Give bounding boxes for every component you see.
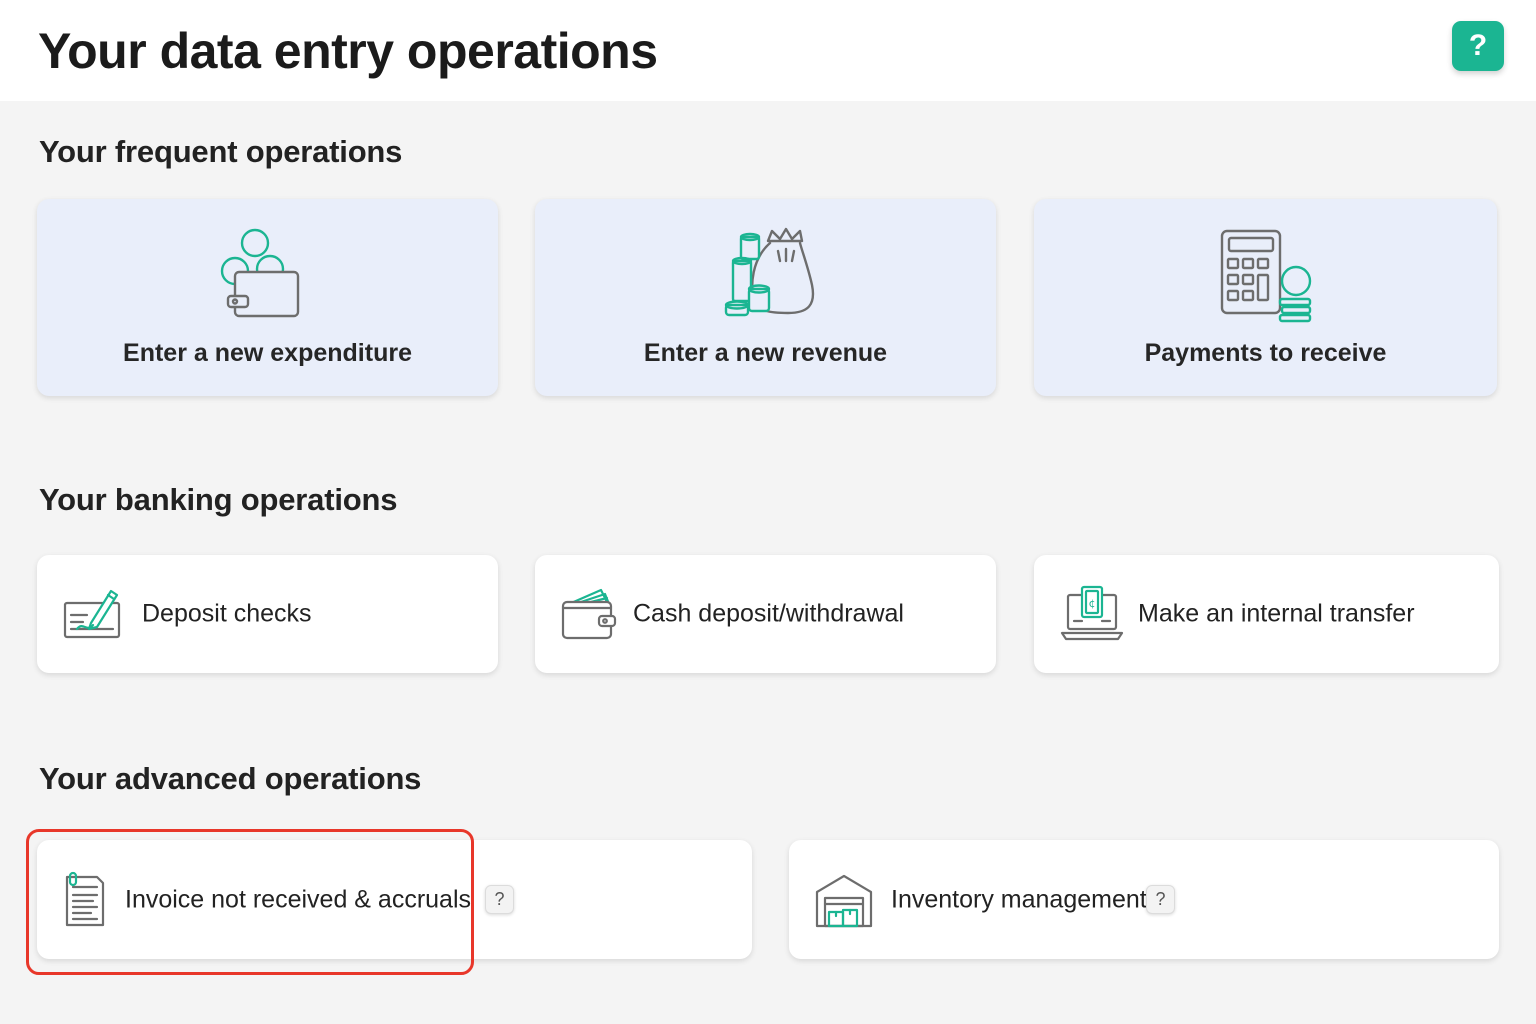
wallet-coins-icon bbox=[220, 228, 299, 318]
section-title-advanced: Your advanced operations bbox=[39, 761, 422, 796]
calculator-coins-icon bbox=[1220, 229, 1311, 323]
invoice-help-button[interactable]: ? bbox=[485, 885, 514, 914]
banking-card-label: Cash deposit/withdrawal bbox=[633, 599, 904, 628]
page-header: Your data entry operations ? bbox=[0, 0, 1536, 101]
section-title-frequent: Your frequent operations bbox=[39, 134, 403, 169]
frequent-card-label: Payments to receive bbox=[1144, 339, 1387, 367]
frequent-card-revenue[interactable]: Enter a new revenue bbox=[535, 199, 996, 396]
frequent-card-label: Enter a new expenditure bbox=[123, 339, 412, 367]
section-title-banking: Your banking operations bbox=[39, 482, 398, 517]
frequent-card-payments[interactable]: Payments to receive bbox=[1034, 199, 1497, 396]
advanced-card-label: Invoice not received & accruals bbox=[125, 885, 472, 913]
advanced-card-inventory[interactable]: Inventory management ? bbox=[789, 840, 1499, 959]
banking-card-deposit-checks[interactable]: Deposit checks bbox=[37, 555, 498, 673]
warehouse-icon bbox=[815, 874, 873, 927]
banking-card-internal-transfer[interactable]: ¢ Make an internal transfer bbox=[1034, 555, 1499, 673]
frequent-card-expenditure[interactable]: Enter a new expenditure bbox=[37, 199, 498, 396]
svg-text:¢: ¢ bbox=[1089, 597, 1096, 610]
advanced-card-label: Inventory management bbox=[891, 885, 1147, 913]
money-bag-coins-icon bbox=[724, 227, 814, 317]
laptop-transfer-icon: ¢ bbox=[1060, 585, 1124, 641]
check-pen-icon bbox=[63, 589, 121, 639]
banking-card-label: Make an internal transfer bbox=[1138, 599, 1415, 628]
advanced-card-invoice-accruals[interactable]: Invoice not received & accruals ? bbox=[37, 840, 752, 959]
banking-card-label: Deposit checks bbox=[142, 599, 312, 628]
frequent-card-label: Enter a new revenue bbox=[643, 339, 888, 367]
help-button[interactable]: ? bbox=[1452, 21, 1504, 71]
inventory-help-button[interactable]: ? bbox=[1146, 885, 1175, 914]
wallet-cash-icon bbox=[561, 588, 617, 640]
banking-card-cash-deposit[interactable]: Cash deposit/withdrawal bbox=[535, 555, 996, 673]
page-title: Your data entry operations bbox=[38, 23, 658, 79]
invoice-document-icon bbox=[65, 871, 105, 926]
